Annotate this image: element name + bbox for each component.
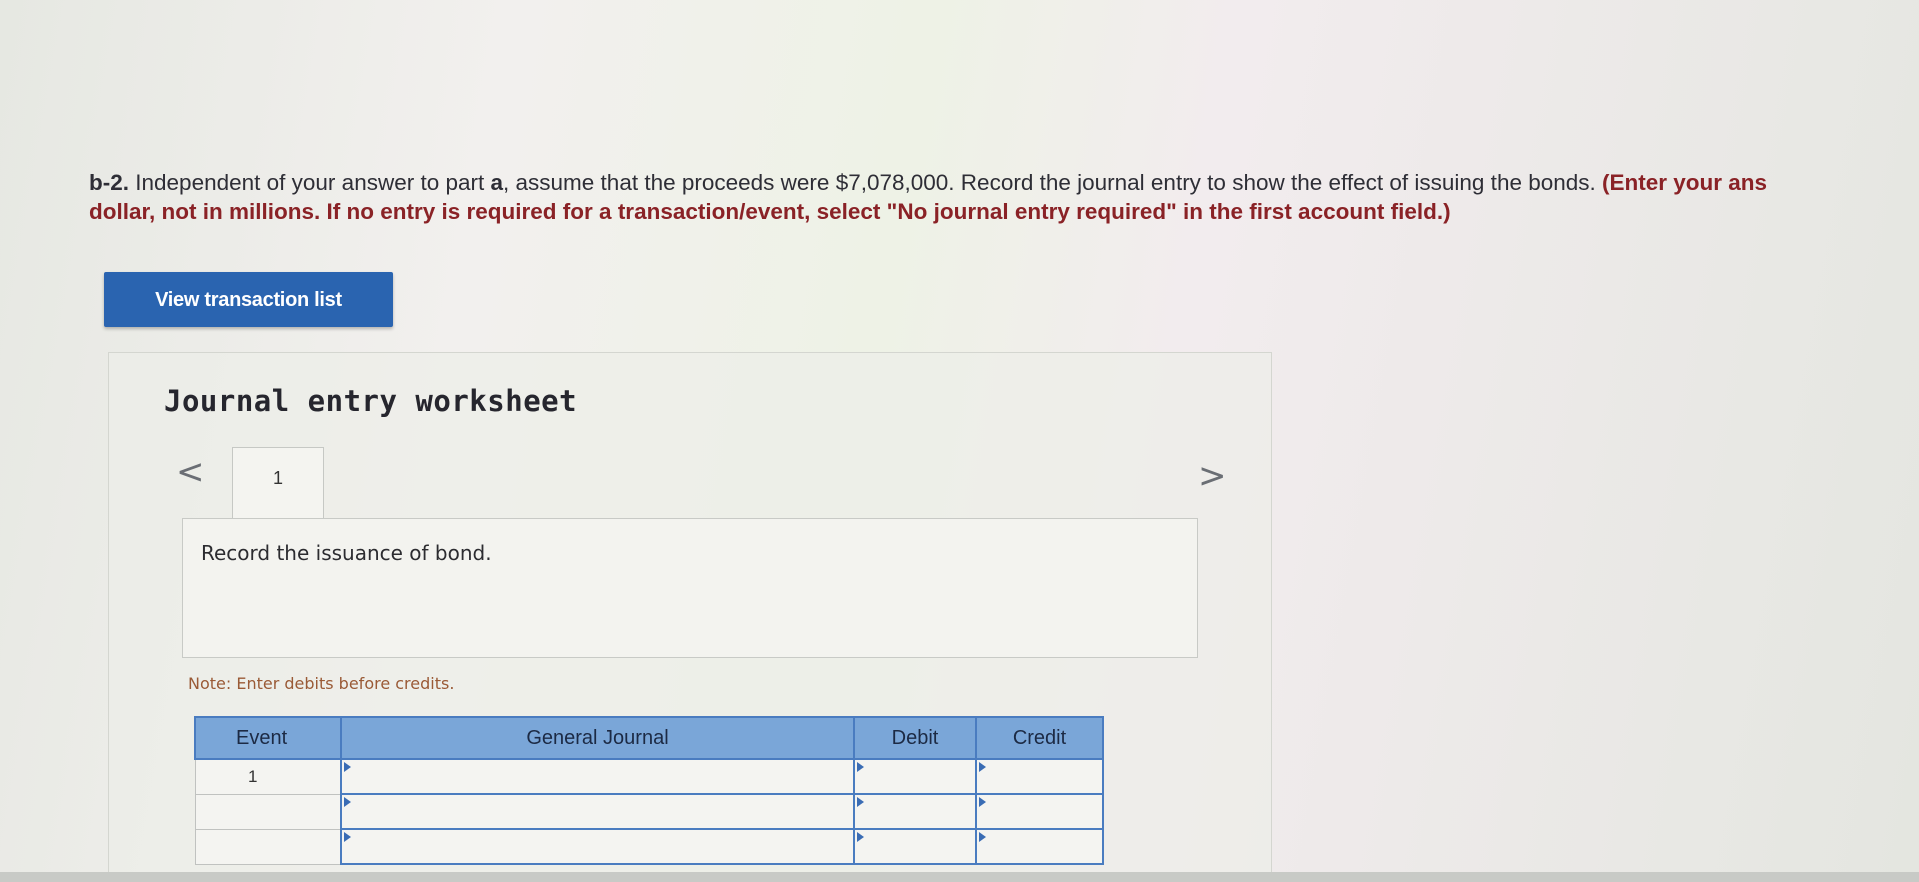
header-general-journal: General Journal: [340, 716, 855, 760]
question-text: b-2. Independent of your answer to part …: [89, 168, 1919, 226]
debit-cell[interactable]: [853, 758, 977, 795]
chevron-right-icon[interactable]: >: [1198, 459, 1227, 493]
dropdown-arrow-icon: [344, 797, 351, 807]
cell-marker-icon: [857, 832, 864, 842]
bottom-bar: [0, 872, 1919, 882]
cell-marker-icon: [857, 797, 864, 807]
credit-input[interactable]: [977, 830, 1102, 863]
general-journal-table: Event General Journal Debit Credit 1: [194, 716, 1104, 865]
dropdown-arrow-icon: [344, 762, 351, 772]
question-part-ref: a: [490, 170, 504, 195]
dropdown-arrow-icon: [344, 832, 351, 842]
account-cell[interactable]: [340, 758, 855, 795]
question-part-label: b-2.: [89, 170, 130, 195]
credit-input[interactable]: [977, 760, 1102, 793]
entry-description: Record the issuance of bond.: [201, 541, 492, 565]
debit-cell[interactable]: [853, 828, 977, 865]
entry-description-box: [182, 518, 1198, 658]
credit-cell[interactable]: [975, 793, 1104, 830]
view-transaction-list-button[interactable]: View transaction list: [104, 272, 393, 327]
table-header-row: Event General Journal Debit Credit: [194, 716, 1104, 760]
account-select[interactable]: [342, 760, 853, 793]
table-row: [194, 793, 1104, 830]
cell-marker-icon: [857, 762, 864, 772]
header-event: Event: [194, 716, 342, 760]
table-row: 1: [194, 758, 1104, 795]
credit-cell[interactable]: [975, 758, 1104, 795]
event-cell: 1: [194, 758, 342, 795]
account-cell[interactable]: [340, 828, 855, 865]
debit-credit-note: Note: Enter debits before credits.: [188, 674, 455, 693]
question-instruction-2: dollar, not in millions. If no entry is …: [89, 199, 1451, 224]
account-select[interactable]: [342, 795, 853, 828]
worksheet-title: Journal entry worksheet: [164, 384, 578, 418]
page: b-2. Independent of your answer to part …: [0, 0, 1919, 882]
question-line-1: b-2. Independent of your answer to part …: [89, 168, 1919, 197]
cell-marker-icon: [979, 797, 986, 807]
cell-marker-icon: [979, 762, 986, 772]
debit-input[interactable]: [855, 760, 975, 793]
table-row: [194, 828, 1104, 865]
event-cell: [194, 793, 342, 830]
header-credit: Credit: [975, 716, 1104, 760]
credit-input[interactable]: [977, 795, 1102, 828]
question-instruction-1: (Enter your ans: [1602, 170, 1768, 195]
debit-cell[interactable]: [853, 793, 977, 830]
header-debit: Debit: [853, 716, 977, 760]
account-cell[interactable]: [340, 793, 855, 830]
account-select[interactable]: [342, 830, 853, 863]
debit-input[interactable]: [855, 795, 975, 828]
tab-entry-1[interactable]: 1: [232, 447, 324, 520]
question-text-segment-2: , assume that the proceeds were $7,078,0…: [503, 170, 1603, 195]
chevron-left-icon[interactable]: <: [176, 455, 205, 489]
credit-cell[interactable]: [975, 828, 1104, 865]
question-text-segment-1: Independent of your answer to part: [129, 170, 491, 195]
debit-input[interactable]: [855, 830, 975, 863]
event-cell: [194, 828, 342, 865]
cell-marker-icon: [979, 832, 986, 842]
